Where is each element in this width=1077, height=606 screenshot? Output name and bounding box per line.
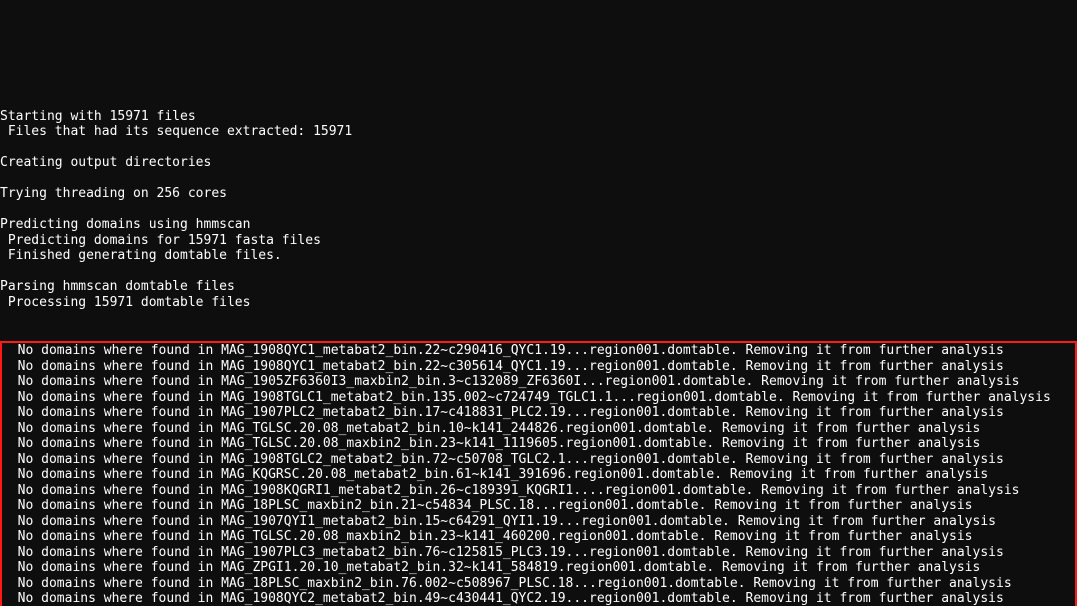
pre_lines-line: Parsing hmmscan domtable files bbox=[0, 279, 1077, 295]
pre_lines-line: Trying threading on 256 cores bbox=[0, 186, 1077, 202]
boxed_lines-line: No domains where found in MAG_ZPGI1.20.1… bbox=[2, 560, 1075, 576]
pre_lines-line: Processing 15971 domtable files bbox=[0, 295, 1077, 311]
boxed_lines-line: No domains where found in MAG_1907QYI1_m… bbox=[2, 514, 1075, 530]
boxed_lines-line: No domains where found in MAG_1907PLC3_m… bbox=[2, 545, 1075, 561]
boxed_lines-line: No domains where found in MAG_1908KQGRI1… bbox=[2, 483, 1075, 499]
pre_lines-line bbox=[0, 202, 1077, 218]
pre_lines-line: Predicting domains using hmmscan bbox=[0, 217, 1077, 233]
boxed_lines-line: No domains where found in MAG_TGLSC.20.0… bbox=[2, 529, 1075, 545]
boxed_lines-line: No domains where found in MAG_TGLSC.20.0… bbox=[2, 421, 1075, 437]
pre_lines-line: Creating output directories bbox=[0, 155, 1077, 171]
boxed_lines-line: No domains where found in MAG_1908TGLC2_… bbox=[2, 452, 1075, 468]
pre_lines-line bbox=[0, 264, 1077, 280]
pre_lines-line bbox=[0, 140, 1077, 156]
boxed_lines-line: No domains where found in MAG_1908TGLC1_… bbox=[2, 390, 1075, 406]
boxed_lines-line: No domains where found in MAG_18PLSC_max… bbox=[2, 498, 1075, 514]
pre_lines-line bbox=[0, 171, 1077, 187]
boxed_lines-line: No domains where found in MAG_1908QYC2_m… bbox=[2, 591, 1075, 606]
boxed_lines-line: No domains where found in MAG_1908QYC1_m… bbox=[2, 343, 1075, 359]
pre_lines-line: Predicting domains for 15971 fasta files bbox=[0, 233, 1077, 249]
boxed_lines-line: No domains where found in MAG_1908QYC1_m… bbox=[2, 359, 1075, 375]
boxed_lines-line: No domains where found in MAG_18PLSC_max… bbox=[2, 576, 1075, 592]
highlighted-warnings-box: No domains where found in MAG_1908QYC1_m… bbox=[0, 341, 1077, 606]
pre_lines-line: Files that had its sequence extracted: 1… bbox=[0, 124, 1077, 140]
boxed_lines-line: No domains where found in MAG_1905ZF6360… bbox=[2, 374, 1075, 390]
boxed_lines-line: No domains where found in MAG_TGLSC.20.0… bbox=[2, 436, 1075, 452]
pre-block: Starting with 15971 files Files that had… bbox=[0, 109, 1077, 311]
pre_lines-line: Finished generating domtable files. bbox=[0, 248, 1077, 264]
boxed_lines-line: No domains where found in MAG_KQGRSC.20.… bbox=[2, 467, 1075, 483]
boxed_lines-line: No domains where found in MAG_1907PLC2_m… bbox=[2, 405, 1075, 421]
pre_lines-line: Starting with 15971 files bbox=[0, 109, 1077, 125]
terminal-output: Starting with 15971 files Files that had… bbox=[0, 78, 1077, 606]
